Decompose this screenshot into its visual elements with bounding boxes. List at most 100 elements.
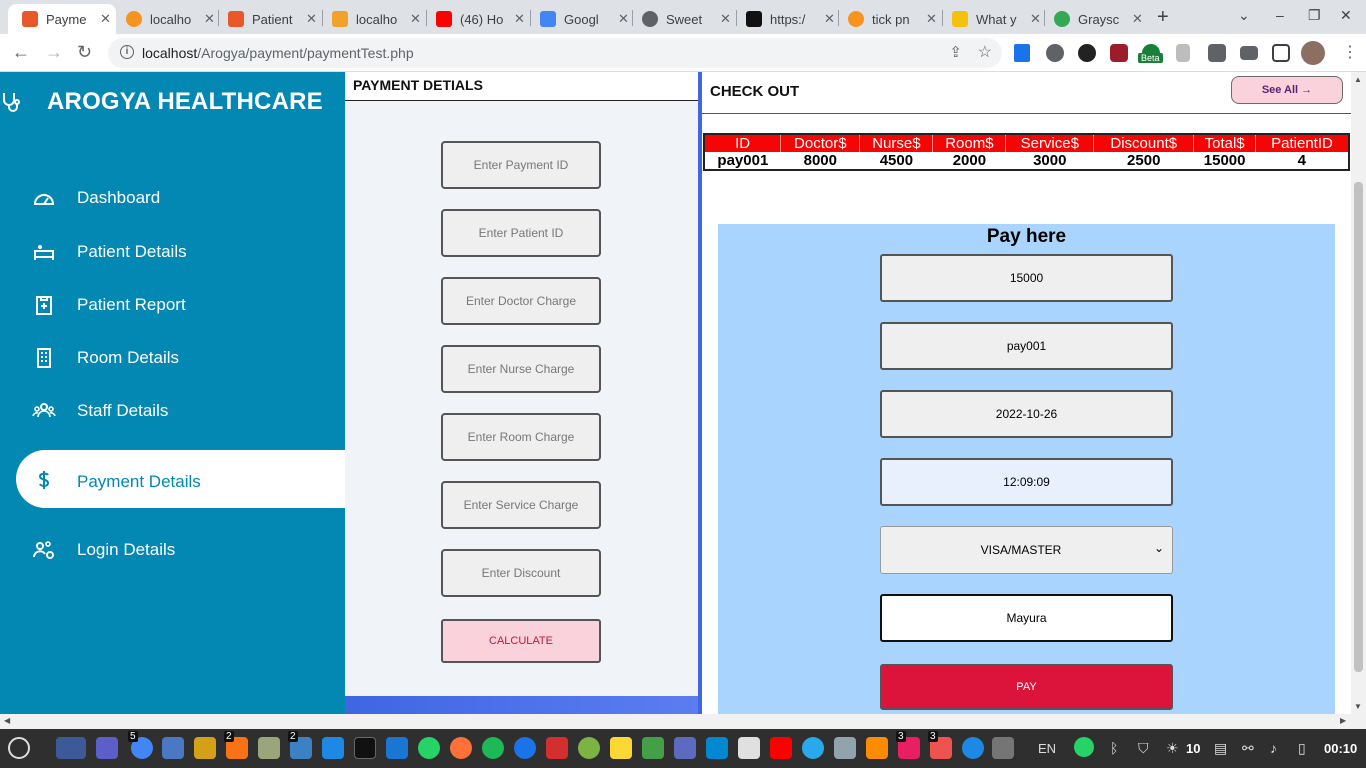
camera-icon[interactable] bbox=[834, 737, 856, 759]
browser-tab[interactable]: Graysc ✕ bbox=[1040, 4, 1146, 34]
sublime-icon[interactable] bbox=[194, 737, 216, 759]
profile-avatar[interactable] bbox=[1301, 41, 1325, 65]
reload-icon[interactable]: ↻ bbox=[77, 42, 92, 63]
amount-field[interactable] bbox=[880, 254, 1173, 302]
vscode-icon[interactable] bbox=[322, 737, 344, 759]
scroll-down-icon[interactable]: ▼ bbox=[1354, 702, 1362, 711]
teams-icon[interactable] bbox=[96, 737, 118, 759]
pay-button[interactable]: PAY bbox=[880, 664, 1173, 710]
sidebar-item-patient-details[interactable]: Patient Details bbox=[16, 228, 345, 278]
nurse-charge-input[interactable] bbox=[441, 345, 601, 393]
close-tab-icon[interactable]: ✕ bbox=[926, 11, 937, 27]
browser-tab[interactable]: Sweet ✕ bbox=[628, 4, 734, 34]
terminal-icon[interactable] bbox=[354, 737, 376, 759]
new-tab-icon[interactable]: + bbox=[1157, 6, 1169, 29]
extension-icon[interactable] bbox=[1046, 44, 1064, 62]
restore-icon[interactable]: ❐ bbox=[1308, 7, 1321, 24]
site-info-icon[interactable]: i bbox=[120, 45, 134, 59]
notes-icon[interactable] bbox=[610, 737, 632, 759]
file-icon[interactable] bbox=[738, 737, 760, 759]
address-bar[interactable]: i localhost/Arogya/payment/paymentTest.p… bbox=[108, 38, 1002, 68]
scroll-right-icon[interactable]: ▶ bbox=[1340, 716, 1346, 725]
patient-id-input[interactable] bbox=[441, 209, 601, 257]
clock[interactable]: 00:10 bbox=[1324, 741, 1357, 756]
minimize-icon[interactable]: – bbox=[1276, 7, 1284, 23]
close-tab-icon[interactable]: ✕ bbox=[720, 11, 731, 27]
see-all-button[interactable]: See All → bbox=[1231, 76, 1343, 104]
back-icon[interactable]: ← bbox=[12, 42, 30, 63]
room-charge-input[interactable] bbox=[441, 413, 601, 461]
payment-id-input[interactable] bbox=[441, 141, 601, 189]
bookmark-star-icon[interactable]: ☆ bbox=[978, 42, 992, 62]
date-field[interactable] bbox=[880, 390, 1173, 438]
forward-icon[interactable]: → bbox=[45, 42, 63, 63]
browser-tab[interactable]: Patient ✕ bbox=[214, 4, 320, 34]
sidebar-item-dashboard[interactable]: Dashboard bbox=[16, 174, 345, 224]
discount-input[interactable] bbox=[441, 549, 601, 597]
browser-tab[interactable]: Googl ✕ bbox=[526, 4, 630, 34]
browser-tab[interactable]: (46) Ho ✕ bbox=[422, 4, 528, 34]
puzzle-icon[interactable] bbox=[706, 737, 728, 759]
payment-id-field[interactable] bbox=[880, 322, 1173, 370]
settings-icon[interactable] bbox=[992, 737, 1014, 759]
spotify-icon[interactable] bbox=[482, 737, 504, 759]
browser-tab[interactable]: tick pn ✕ bbox=[834, 4, 940, 34]
sidebar-item-payment-details[interactable]: Payment Details bbox=[16, 450, 345, 508]
share-icon[interactable]: ⇪ bbox=[949, 43, 962, 61]
sidebar-item-room-details[interactable]: Room Details bbox=[16, 334, 345, 384]
doctor-charge-input[interactable] bbox=[441, 277, 601, 325]
bluetooth-app-icon[interactable] bbox=[962, 737, 984, 759]
telegram-icon[interactable] bbox=[802, 737, 824, 759]
horizontal-scrollbar[interactable]: ◀ ▶ bbox=[0, 714, 1366, 729]
tab-search-chevron-icon[interactable]: ⌄ bbox=[1238, 7, 1250, 24]
browser-tab[interactable]: https:/ ✕ bbox=[732, 4, 836, 34]
sidebar-item-patient-report[interactable]: Patient Report bbox=[16, 281, 345, 331]
cardholder-name-field[interactable] bbox=[880, 594, 1173, 642]
whatsapp-icon[interactable] bbox=[418, 737, 440, 759]
browser-tab[interactable]: What y ✕ bbox=[938, 4, 1042, 34]
calculator-icon[interactable] bbox=[578, 737, 600, 759]
music-icon[interactable]: ♪ bbox=[1270, 740, 1277, 756]
layers-icon[interactable] bbox=[642, 737, 664, 759]
tools-icon[interactable] bbox=[258, 737, 280, 759]
calculate-button[interactable]: CALCULATE bbox=[441, 619, 601, 663]
folder-icon[interactable] bbox=[162, 737, 184, 759]
close-tab-icon[interactable]: ✕ bbox=[1132, 11, 1143, 27]
media-control-icon[interactable] bbox=[1240, 46, 1258, 60]
keyboard-language[interactable]: EN bbox=[1038, 741, 1056, 756]
service-charge-input[interactable] bbox=[441, 481, 601, 529]
side-panel-icon[interactable] bbox=[1272, 44, 1290, 62]
volume-level[interactable]: 10 bbox=[1186, 741, 1200, 756]
scroll-up-icon[interactable]: ▲ bbox=[1354, 75, 1362, 84]
youtube-icon[interactable] bbox=[770, 737, 792, 759]
browser-tab[interactable]: localho ✕ bbox=[318, 4, 424, 34]
close-tab-icon[interactable]: ✕ bbox=[306, 11, 317, 27]
close-tab-icon[interactable]: ✕ bbox=[514, 11, 525, 27]
browser-tab[interactable]: localho ✕ bbox=[112, 4, 216, 34]
whatsapp-tray-icon[interactable] bbox=[1074, 737, 1094, 757]
extension-icon[interactable] bbox=[1110, 44, 1128, 62]
download-icon[interactable] bbox=[1014, 44, 1030, 62]
card-type-select[interactable]: VISA/MASTER ⌄ bbox=[880, 526, 1173, 574]
close-tab-icon[interactable]: ✕ bbox=[100, 11, 111, 27]
puzzle-extensions-icon[interactable] bbox=[1208, 44, 1226, 62]
sidebar-item-login-details[interactable]: Login Details bbox=[16, 526, 345, 576]
page-icon[interactable] bbox=[1176, 44, 1190, 62]
vertical-scrollbar[interactable]: ▲ ▼ bbox=[1351, 72, 1366, 714]
network-icon[interactable] bbox=[866, 737, 888, 759]
files-icon[interactable] bbox=[56, 737, 86, 759]
sidebar-item-staff-details[interactable]: Staff Details bbox=[16, 387, 345, 437]
browser-menu-icon[interactable]: ⋮ bbox=[1342, 42, 1358, 62]
zotero-icon[interactable] bbox=[546, 737, 568, 759]
browser-tab[interactable]: Payme ✕ bbox=[8, 4, 116, 34]
maps-icon[interactable] bbox=[514, 737, 536, 759]
scrollbar-thumb[interactable] bbox=[1354, 182, 1363, 672]
network-tray-icon[interactable]: ⚯ bbox=[1242, 740, 1254, 757]
close-window-icon[interactable]: ✕ bbox=[1340, 7, 1352, 24]
clipboard-tray-icon[interactable]: ▤ bbox=[1214, 740, 1227, 757]
monitor-icon[interactable] bbox=[386, 737, 408, 759]
firefox-icon[interactable] bbox=[450, 737, 472, 759]
time-field[interactable] bbox=[880, 458, 1173, 506]
close-tab-icon[interactable]: ✕ bbox=[410, 11, 421, 27]
bluetooth-icon[interactable]: ᛒ bbox=[1110, 740, 1118, 756]
